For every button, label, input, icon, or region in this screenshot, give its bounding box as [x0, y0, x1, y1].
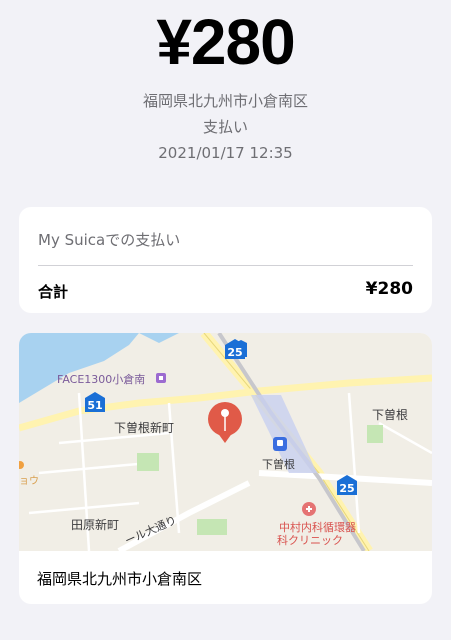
map-label-shimosone-shinmachi: 下曽根新町 [114, 420, 174, 435]
map-address: 福岡県北九州市小倉南区 [37, 570, 203, 588]
park [367, 425, 383, 443]
total-value: ¥280 [365, 279, 413, 299]
train-station-icon [273, 437, 287, 451]
map-label-clinic-2: 科クリニック [277, 533, 343, 547]
total-label: 合計 [38, 283, 69, 301]
svg-text:51: 51 [87, 399, 102, 412]
payment-location: 福岡県北九州市小倉南区 [142, 92, 308, 110]
shopping-icon [156, 373, 166, 383]
payment-datetime: 2021/01/17 12:35 [158, 144, 293, 162]
map-label-partial: ョウ [19, 475, 39, 487]
payment-method-title: My Suicaでの支払い [38, 231, 181, 249]
svg-text:25: 25 [227, 346, 242, 359]
park [137, 453, 159, 471]
map-view[interactable]: 25 51 25 FACE1300小倉南 下曽根新町 下曽根 下曽根 田原新町 … [19, 333, 432, 551]
map-label-face: FACE1300小倉南 [57, 372, 145, 386]
map-label-station: 下曽根 [262, 457, 295, 471]
map-label-shimosone: 下曽根 [372, 407, 408, 422]
location-card[interactable]: 25 51 25 FACE1300小倉南 下曽根新町 下曽根 下曽根 田原新町 … [19, 333, 432, 604]
clinic-icon [302, 502, 316, 516]
park [197, 519, 227, 535]
payment-description: 支払い [202, 118, 248, 136]
map-label-tahara-shinmachi: 田原新町 [71, 517, 119, 532]
map-label-clinic-1: 中村内科循環器 [279, 520, 356, 534]
payment-amount: ¥280 [156, 6, 295, 78]
svg-text:25: 25 [339, 482, 354, 495]
divider [38, 265, 413, 266]
payment-details-card: My Suicaでの支払い 合計 ¥280 [19, 207, 432, 313]
